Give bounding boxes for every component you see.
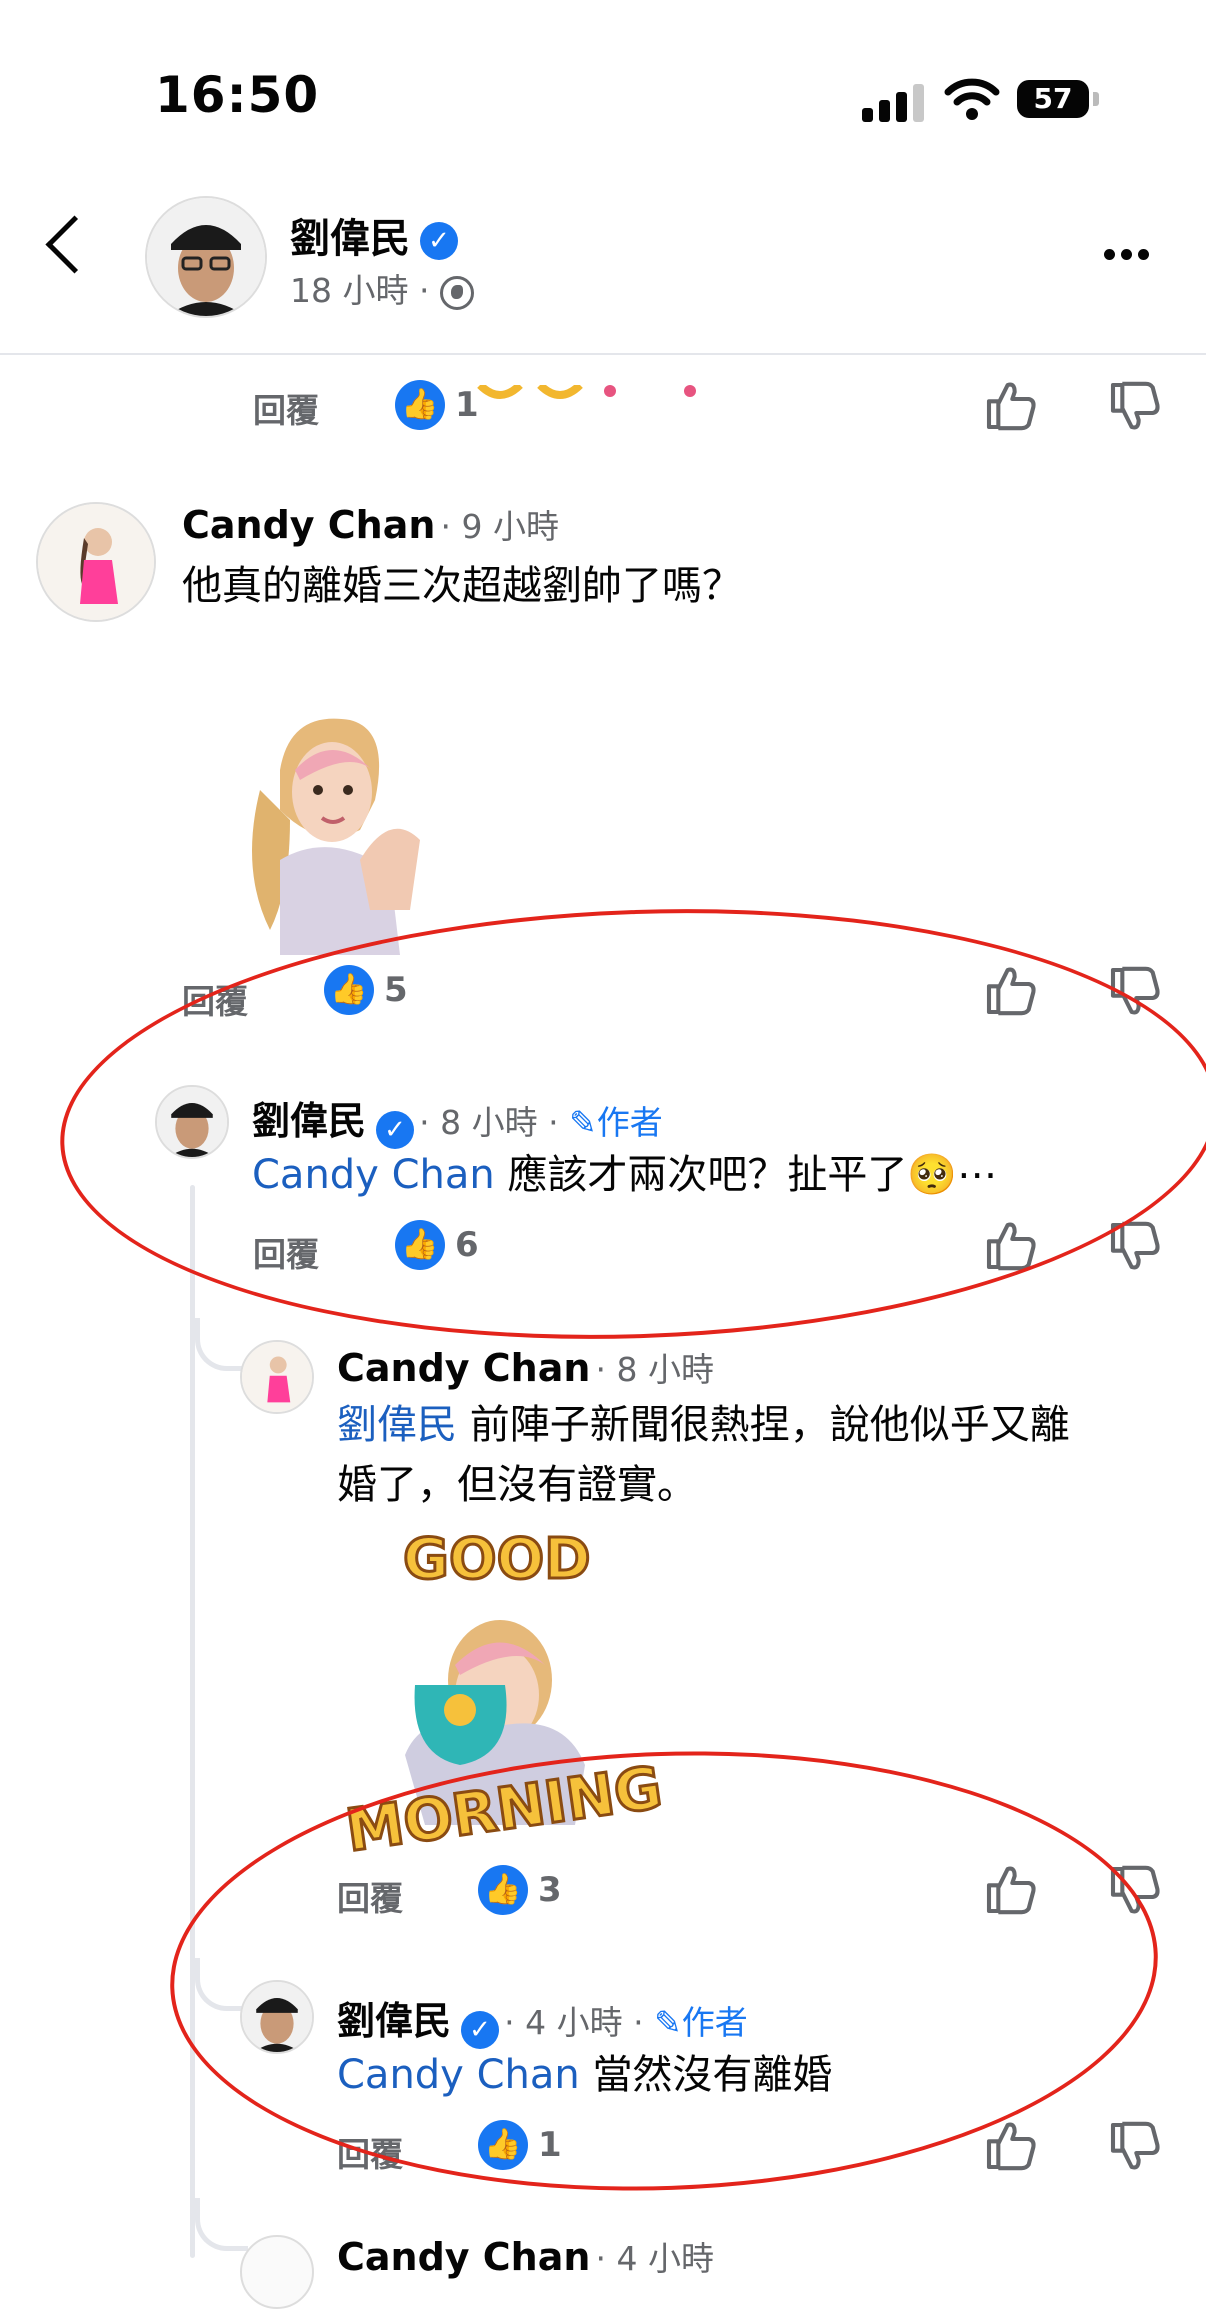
avatar[interactable] bbox=[240, 2235, 314, 2309]
comment-time: 4 小時 bbox=[616, 2239, 715, 2278]
verified-icon: ✓ bbox=[420, 222, 458, 260]
comment-author[interactable]: Candy Chan bbox=[182, 503, 435, 547]
mention-link[interactable]: 劉偉民 bbox=[337, 1402, 457, 1448]
status-icons: 57 bbox=[862, 72, 1102, 122]
post-meta: 18 小時 · bbox=[290, 264, 474, 312]
comment-header: Candy Chan · 4 小時 bbox=[337, 2235, 715, 2279]
comment-time: 8 小時 bbox=[616, 1350, 715, 1389]
annotation-oval bbox=[52, 889, 1206, 1359]
thread-connector bbox=[195, 1318, 248, 1371]
globe-icon bbox=[439, 275, 474, 310]
thumbs-up-icon[interactable] bbox=[982, 2118, 1038, 2174]
avatar[interactable] bbox=[145, 196, 267, 318]
comment-time: 9 小時 bbox=[461, 507, 560, 546]
reply-button[interactable]: 回覆 bbox=[253, 384, 319, 432]
comment-text: 劉偉民 前陣子新聞很熱捏，說他似乎又離 婚了，但沒有證實。 bbox=[337, 1402, 1070, 1508]
comment-author[interactable]: Candy Chan bbox=[337, 2235, 590, 2279]
like-icon: 👍 bbox=[395, 380, 445, 430]
comment-header: Candy Chan · 8 小時 bbox=[337, 1346, 715, 1390]
comment-header: Candy Chan · 9 小時 bbox=[182, 503, 560, 547]
comment-author[interactable]: Candy Chan bbox=[337, 1346, 590, 1390]
thread-line bbox=[190, 1185, 195, 2258]
sticker-caption: GOOD bbox=[402, 1526, 593, 1594]
battery-icon: 57 bbox=[1017, 80, 1089, 118]
thread-connector bbox=[195, 2198, 248, 2251]
avatar[interactable] bbox=[36, 502, 156, 622]
status-time: 16:50 bbox=[155, 66, 320, 124]
comment-text: 他真的離婚三次超越劉帥了嗎？ bbox=[182, 563, 742, 609]
thumbs-down-icon[interactable] bbox=[1106, 378, 1162, 434]
thumbs-down-icon[interactable] bbox=[1106, 2118, 1162, 2174]
avatar[interactable] bbox=[240, 1340, 314, 1414]
like-reaction[interactable]: 👍 1 bbox=[395, 380, 479, 430]
more-icon[interactable] bbox=[1104, 245, 1155, 264]
post-author-name[interactable]: 劉偉民 ✓ bbox=[290, 206, 458, 264]
sticker-fragment bbox=[330, 382, 710, 409]
thumbs-up-icon[interactable] bbox=[982, 378, 1038, 434]
sticker-image bbox=[240, 710, 440, 959]
wifi-icon bbox=[944, 78, 1000, 120]
